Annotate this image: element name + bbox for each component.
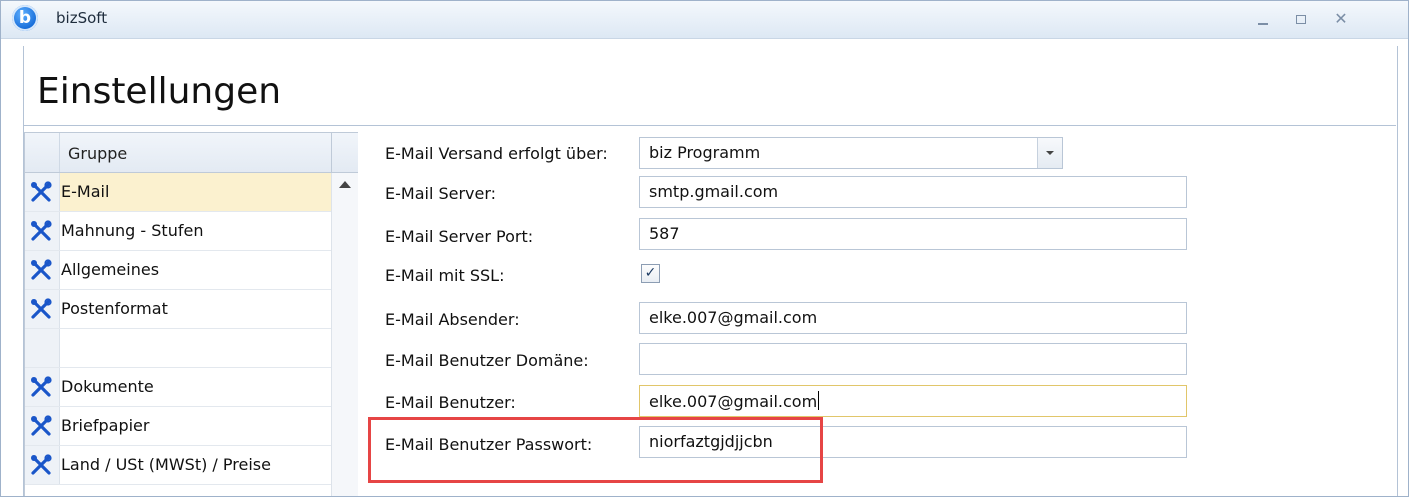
benutzer-input-value: elke.007@gmail.com bbox=[649, 392, 818, 411]
domaene-label: E-Mail Benutzer Domäne: bbox=[385, 351, 589, 370]
tools-icon bbox=[30, 298, 52, 320]
group-row[interactable]: Dokumente bbox=[25, 368, 331, 407]
versand-select[interactable]: biz Programm bbox=[639, 137, 1063, 169]
port-label: E-Mail Server Port: bbox=[385, 227, 534, 246]
scroll-up-arrow-icon[interactable] bbox=[339, 181, 351, 188]
grid-indicator-header bbox=[25, 133, 60, 172]
group-row[interactable]: Allgemeines bbox=[25, 251, 331, 290]
group-row-label: Land / USt (MWSt) / Preise bbox=[61, 455, 271, 474]
text-caret bbox=[818, 391, 820, 410]
column-header-gruppe[interactable]: Gruppe bbox=[68, 144, 127, 163]
group-row-label: Allgemeines bbox=[61, 260, 160, 279]
group-row-label: Postenformat bbox=[61, 299, 168, 318]
group-row-label: Mahnung - Stufen bbox=[61, 221, 204, 240]
versand-selected-value: biz Programm bbox=[649, 143, 761, 162]
grid-scrollbar[interactable] bbox=[331, 173, 358, 496]
group-row-label: E-Mail bbox=[61, 182, 110, 201]
group-row bbox=[25, 329, 331, 368]
absender-input[interactable]: elke.007@gmail.com bbox=[639, 302, 1187, 334]
port-input[interactable]: 587 bbox=[639, 218, 1187, 250]
content-border-right bbox=[1397, 46, 1398, 496]
header-divider bbox=[23, 125, 1396, 126]
domaene-input[interactable] bbox=[639, 343, 1187, 375]
group-row-label: Dokumente bbox=[61, 377, 154, 396]
group-row[interactable]: Mahnung - Stufen bbox=[25, 212, 331, 251]
app-window: b bizSoft ✕ Einstellungen Gruppe E-Mail M… bbox=[0, 0, 1409, 497]
tools-icon bbox=[30, 181, 52, 203]
tools-icon bbox=[30, 454, 52, 476]
close-button[interactable]: ✕ bbox=[1330, 9, 1352, 29]
app-logo-icon: b bbox=[12, 5, 38, 31]
tools-icon bbox=[30, 415, 52, 437]
page-title: Einstellungen bbox=[37, 71, 282, 112]
minimize-button[interactable] bbox=[1252, 9, 1274, 29]
benutzer-label: E-Mail Benutzer: bbox=[385, 393, 516, 412]
chevron-down-icon[interactable] bbox=[1037, 138, 1062, 168]
maximize-button[interactable] bbox=[1290, 9, 1312, 29]
tools-icon bbox=[30, 376, 52, 398]
group-row[interactable]: Briefpapier bbox=[25, 407, 331, 446]
ssl-label: E-Mail mit SSL: bbox=[385, 266, 505, 285]
app-title: bizSoft bbox=[56, 9, 108, 27]
group-row[interactable]: Postenformat bbox=[25, 290, 331, 329]
tools-icon bbox=[30, 259, 52, 281]
title-bar[interactable]: b bizSoft ✕ bbox=[1, 1, 1408, 39]
password-highlight-box bbox=[368, 417, 823, 483]
row-indicator bbox=[25, 329, 60, 367]
tools-icon bbox=[30, 220, 52, 242]
ssl-checkbox[interactable]: ✓ bbox=[641, 264, 660, 283]
group-row[interactable]: E-Mail bbox=[25, 173, 331, 212]
server-label: E-Mail Server: bbox=[385, 184, 497, 203]
versand-label: E-Mail Versand erfolgt über: bbox=[385, 144, 608, 163]
absender-label: E-Mail Absender: bbox=[385, 310, 520, 329]
scrollbar-header bbox=[331, 133, 358, 173]
group-row-label: Briefpapier bbox=[61, 416, 150, 435]
grid-header: Gruppe bbox=[25, 133, 331, 173]
group-row[interactable]: Land / USt (MWSt) / Preise bbox=[25, 446, 331, 485]
benutzer-input[interactable]: elke.007@gmail.com bbox=[639, 385, 1187, 417]
group-grid: Gruppe E-Mail Mahnung - Stufen Allgemeines… bbox=[24, 132, 358, 496]
server-input[interactable]: smtp.gmail.com bbox=[639, 176, 1187, 208]
